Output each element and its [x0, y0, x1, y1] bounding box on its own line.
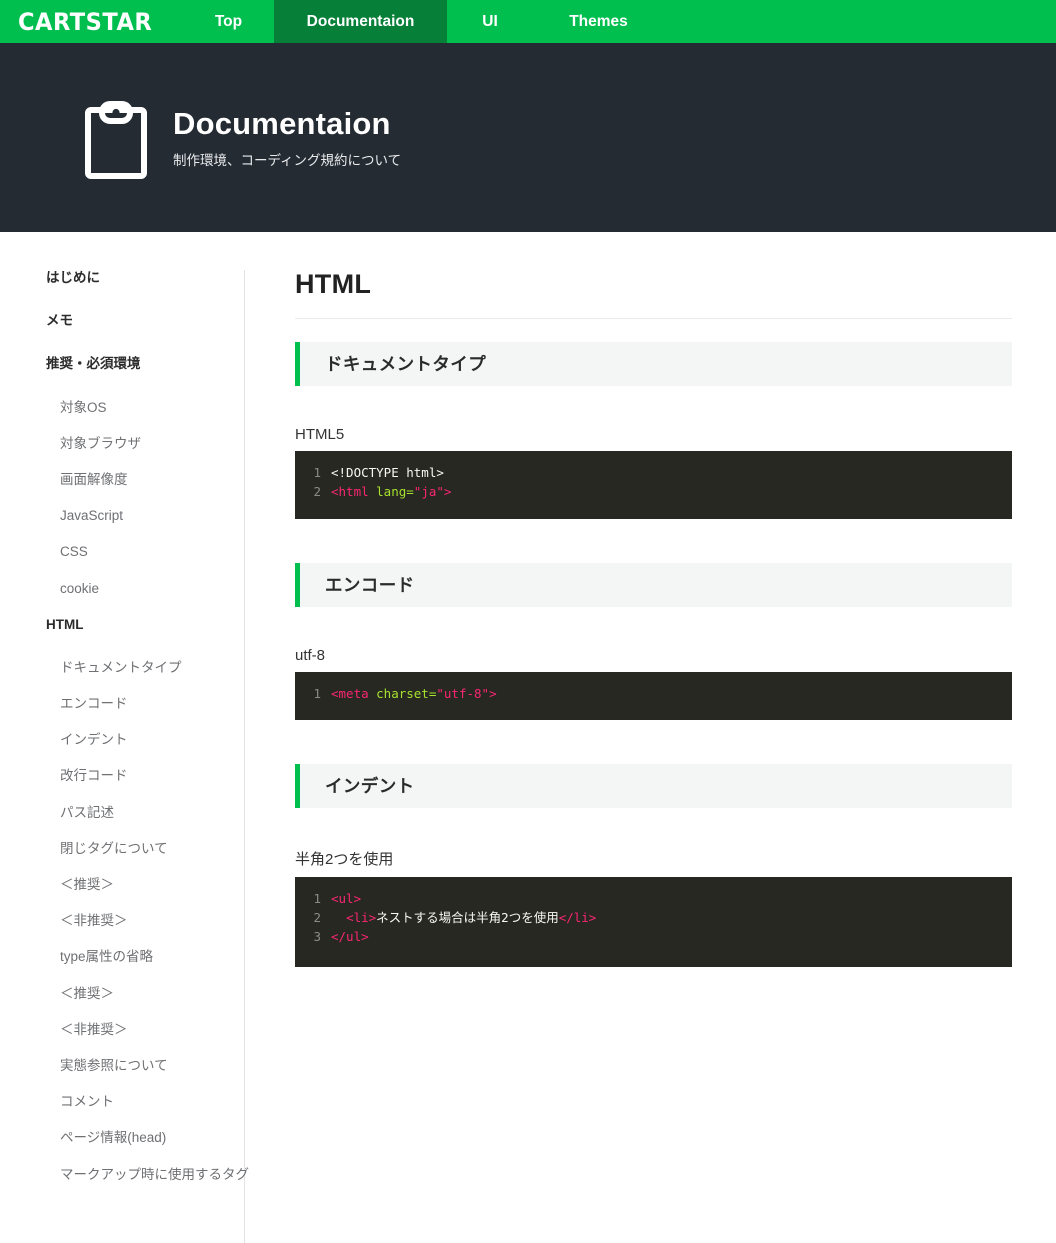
content-heading: HTML — [295, 269, 372, 299]
sidebar-item[interactable]: はじめに — [0, 270, 244, 286]
code-line: 1 <ul> — [295, 889, 1012, 908]
sidebar-list: はじめにメモ推奨・必須環境 対象OS 対象ブラウザ 画面解像度 JavaScript CS… — [0, 270, 249, 1183]
page-title: Documentaion — [173, 105, 391, 141]
code-line-text: <meta charset="utf-8"> — [331, 685, 497, 701]
main-content: HTML ドキュメントタイプ HTML5 1 <!DOCTYPE html> 2 <htm… — [245, 269, 1056, 1051]
code-line-number: 3 — [313, 928, 321, 944]
sidebar-item[interactable]: ＜推奨＞ — [0, 986, 244, 1002]
doc-section: エンコード utf-8 1 <meta charset="utf-8"> — [295, 562, 1012, 756]
hero-text-block: Documentaion 制作環境、コーディング規約について — [173, 106, 401, 170]
code-line-number: 1 — [313, 685, 321, 701]
section-header: インデント — [295, 763, 1012, 808]
code-block: 1 <ul> 2 <li>ネストする場合は半角2つを使用</li> 3 </ul> — [295, 876, 1012, 967]
code-block: 1 <meta charset="utf-8"> — [295, 671, 1012, 720]
section-caption: utf-8 — [295, 646, 326, 664]
sidebar-item[interactable]: cookie — [0, 581, 244, 597]
code-line-text: </ul> — [331, 928, 369, 944]
sidebar-item[interactable]: 対象ブラウザ — [0, 436, 244, 452]
primary-nav: Top Documentaion UI Themes — [183, 0, 1056, 43]
sidebar-item[interactable]: 閉じタグについて — [0, 841, 244, 857]
sidebar-item[interactable]: 推奨・必須環境 — [0, 356, 244, 372]
sidebar-item[interactable]: コメント — [0, 1094, 244, 1110]
doc-section: インデント半角2つを使用 1 <ul> 2 <li>ネストする場合は半角2つを使用</… — [295, 763, 1012, 1003]
clipboard-icon — [85, 100, 147, 179]
nav-item-documentaion[interactable]: Documentaion — [274, 0, 447, 43]
top-navbar: CARTSTAR Top Documentaion UI Themes — [0, 0, 1056, 43]
nav-item-top[interactable]: Top — [183, 0, 274, 43]
sidebar-item[interactable]: インデント — [0, 732, 244, 748]
sidebar-item[interactable]: 改行コード — [0, 768, 244, 784]
code-line-number: 1 — [313, 464, 321, 480]
code-block: 1 <!DOCTYPE html> 2 <html lang="ja"> — [295, 450, 1012, 519]
code-line-text: <html lang="ja"> — [331, 483, 452, 499]
section-header-label: ドキュメントタイプ — [325, 354, 487, 375]
nav-item-ui[interactable]: UI — [447, 0, 533, 43]
code-line-text: <ul> — [331, 890, 362, 906]
code-line: 2 <li>ネストする場合は半角2つを使用</li> — [295, 908, 1012, 927]
section-caption: HTML5 — [295, 425, 345, 443]
sidebar-item[interactable]: ＜非推奨＞ — [0, 1022, 244, 1038]
section-caption: 半角2つを使用 — [295, 850, 394, 868]
page-hero: Documentaion 制作環境、コーディング規約について — [0, 43, 1056, 232]
doc-section: ドキュメントタイプ HTML5 1 <!DOCTYPE html> 2 <html lan… — [295, 341, 1012, 555]
code-line-text: <!DOCTYPE html> — [331, 464, 444, 480]
page-subtitle: 制作環境、コーディング規約について — [173, 153, 402, 169]
sidebar-item[interactable]: ドキュメントタイプ — [0, 660, 244, 676]
code-line: 3 </ul> — [295, 927, 1012, 946]
sidebar-item[interactable]: JavaScript — [0, 508, 244, 524]
code-line-number: 2 — [313, 483, 321, 499]
sidebar-item[interactable]: 実態参照について — [0, 1058, 244, 1074]
sidebar-nav: はじめにメモ推奨・必須環境 対象OS 対象ブラウザ 画面解像度 JavaScript CS… — [0, 270, 249, 1243]
section-header-label: インデント — [325, 776, 415, 797]
sidebar-item[interactable]: ページ情報(head) — [0, 1130, 244, 1146]
brand-logo[interactable]: CARTSTAR — [0, 0, 183, 43]
code-line-number: 2 — [313, 909, 321, 925]
sidebar-item[interactable]: ＜非推奨＞ — [0, 913, 244, 929]
nav-item-themes[interactable]: Themes — [533, 0, 664, 43]
sidebar-item[interactable]: HTML — [0, 617, 244, 633]
sidebar-item[interactable]: メモ — [0, 313, 244, 329]
sidebar-item[interactable]: 画面解像度 — [0, 472, 244, 488]
sidebar-item[interactable]: CSS — [0, 544, 244, 560]
sidebar-item[interactable]: 対象OS — [0, 400, 244, 416]
section-header-label: エンコード — [325, 575, 415, 596]
code-line: 2 <html lang="ja"> — [295, 482, 1012, 501]
body-wrapper: はじめにメモ推奨・必須環境 対象OS 対象ブラウザ 画面解像度 JavaScript CS… — [0, 232, 1056, 1243]
section-header: エンコード — [295, 562, 1012, 607]
code-line-text: <li>ネストする場合は半角2つを使用</li> — [346, 909, 597, 925]
code-line: 1 <meta charset="utf-8"> — [295, 684, 1012, 703]
code-line: 1 <!DOCTYPE html> — [295, 463, 1012, 482]
page-root: CARTSTAR Top Documentaion UI Themes Docu… — [0, 0, 1056, 1243]
sidebar-item[interactable]: パス記述 — [0, 805, 244, 821]
sidebar-item[interactable]: マークアップ時に使用するタグ — [0, 1167, 249, 1183]
brand-logo-text: CARTSTAR — [18, 7, 153, 36]
title-divider — [295, 317, 1012, 319]
section-header: ドキュメントタイプ — [295, 341, 1012, 386]
code-line-number: 1 — [313, 890, 321, 906]
sidebar-item[interactable]: type属性の省略 — [0, 949, 244, 965]
sidebar-item[interactable]: エンコード — [0, 696, 244, 712]
sidebar-item[interactable]: ＜推奨＞ — [0, 877, 244, 893]
sections-host: ドキュメントタイプ HTML5 1 <!DOCTYPE html> 2 <html lan… — [295, 341, 1012, 1003]
